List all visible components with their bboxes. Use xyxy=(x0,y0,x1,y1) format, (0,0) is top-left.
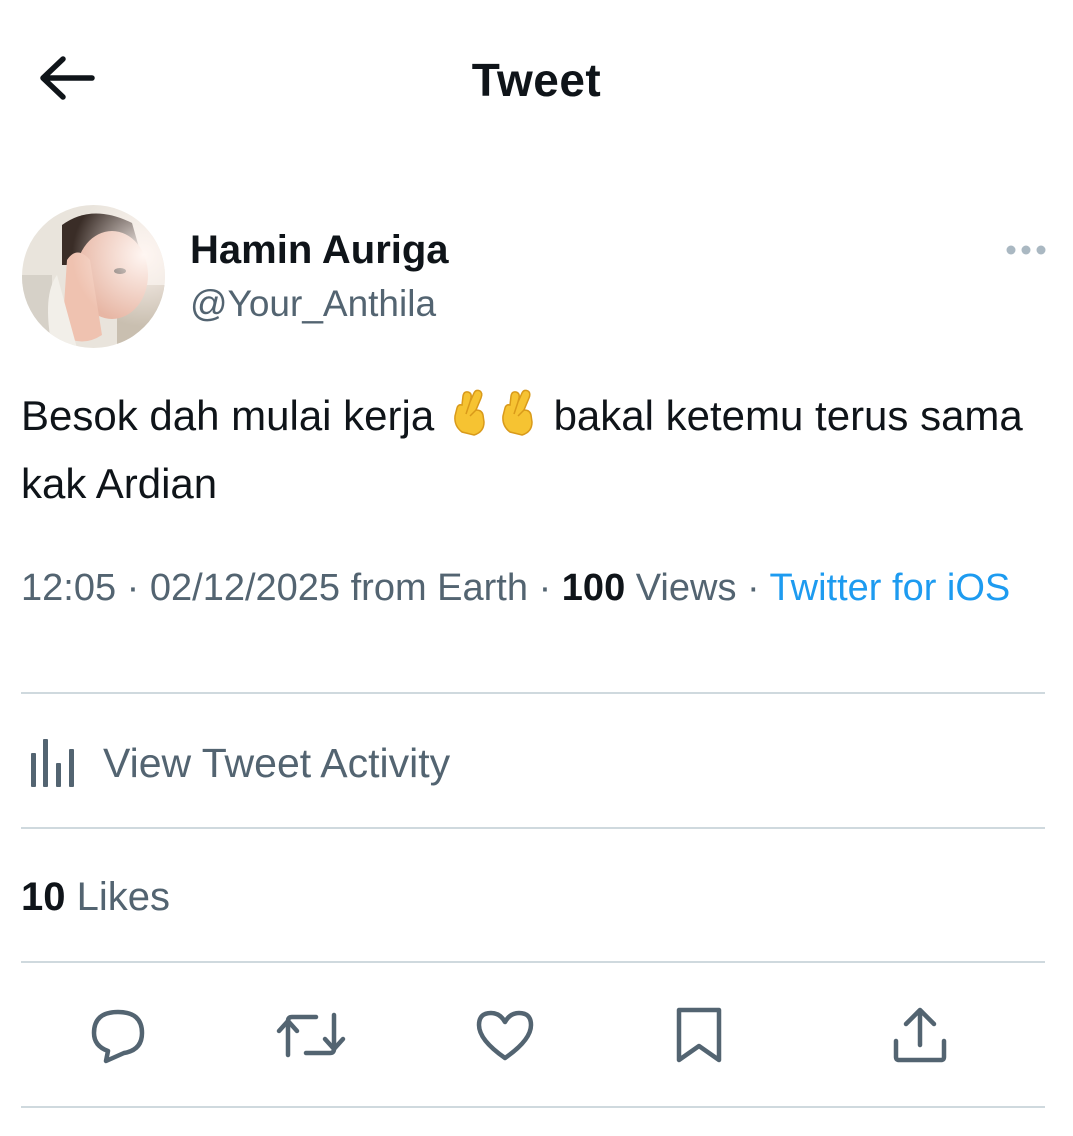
divider xyxy=(21,961,1045,963)
views-count: 100 xyxy=(561,567,626,609)
bookmark-button[interactable] xyxy=(667,1005,731,1069)
retweet-button[interactable] xyxy=(276,1005,346,1069)
more-dots-icon xyxy=(1005,243,1047,261)
likes-label: Likes xyxy=(76,875,171,919)
like-button[interactable] xyxy=(473,1005,537,1069)
meta-separator: · xyxy=(126,567,140,609)
page-title: Tweet xyxy=(471,54,602,106)
author-handle[interactable]: @Your_Anthila xyxy=(190,281,436,327)
views-label: Views xyxy=(635,567,737,609)
bar-chart-icon xyxy=(21,733,81,794)
tweet-text-part1: Besok dah mulai kerja xyxy=(21,392,435,439)
view-tweet-activity-button[interactable]: View Tweet Activity xyxy=(21,728,1045,798)
share-button[interactable] xyxy=(888,1005,952,1069)
activity-label: View Tweet Activity xyxy=(103,739,451,786)
tweet-source-link[interactable]: Twitter for iOS xyxy=(770,567,1011,609)
likes-count: 10 xyxy=(21,875,66,919)
divider xyxy=(21,827,1045,829)
meta-separator: · xyxy=(538,567,552,609)
divider xyxy=(21,1106,1045,1108)
share-icon xyxy=(890,1005,950,1070)
tweet-time: 12:05 xyxy=(21,567,117,609)
meta-separator: · xyxy=(747,567,760,609)
bookmark-icon xyxy=(673,1006,725,1069)
author-name[interactable]: Hamin Auriga xyxy=(190,225,449,275)
more-button[interactable] xyxy=(998,232,1054,272)
heart-icon xyxy=(475,1008,535,1067)
reply-icon xyxy=(88,1006,148,1069)
divider xyxy=(21,692,1045,694)
tweet-text: Besok dah mulai kerja bakal ketemu terus… xyxy=(21,386,1051,514)
avatar[interactable] xyxy=(22,205,165,348)
tweet-meta: 12:05 · 02/12/2025 from Earth · 100 View… xyxy=(21,563,1051,613)
reply-button[interactable] xyxy=(86,1005,150,1069)
likes-count-link[interactable]: 10 Likes xyxy=(21,872,170,922)
crossed-fingers-emoji-icon xyxy=(496,388,540,454)
retweet-icon xyxy=(276,1009,346,1066)
tweet-date: 02/12/2025 from Earth xyxy=(149,567,529,609)
crossed-fingers-emoji-icon xyxy=(448,388,492,454)
